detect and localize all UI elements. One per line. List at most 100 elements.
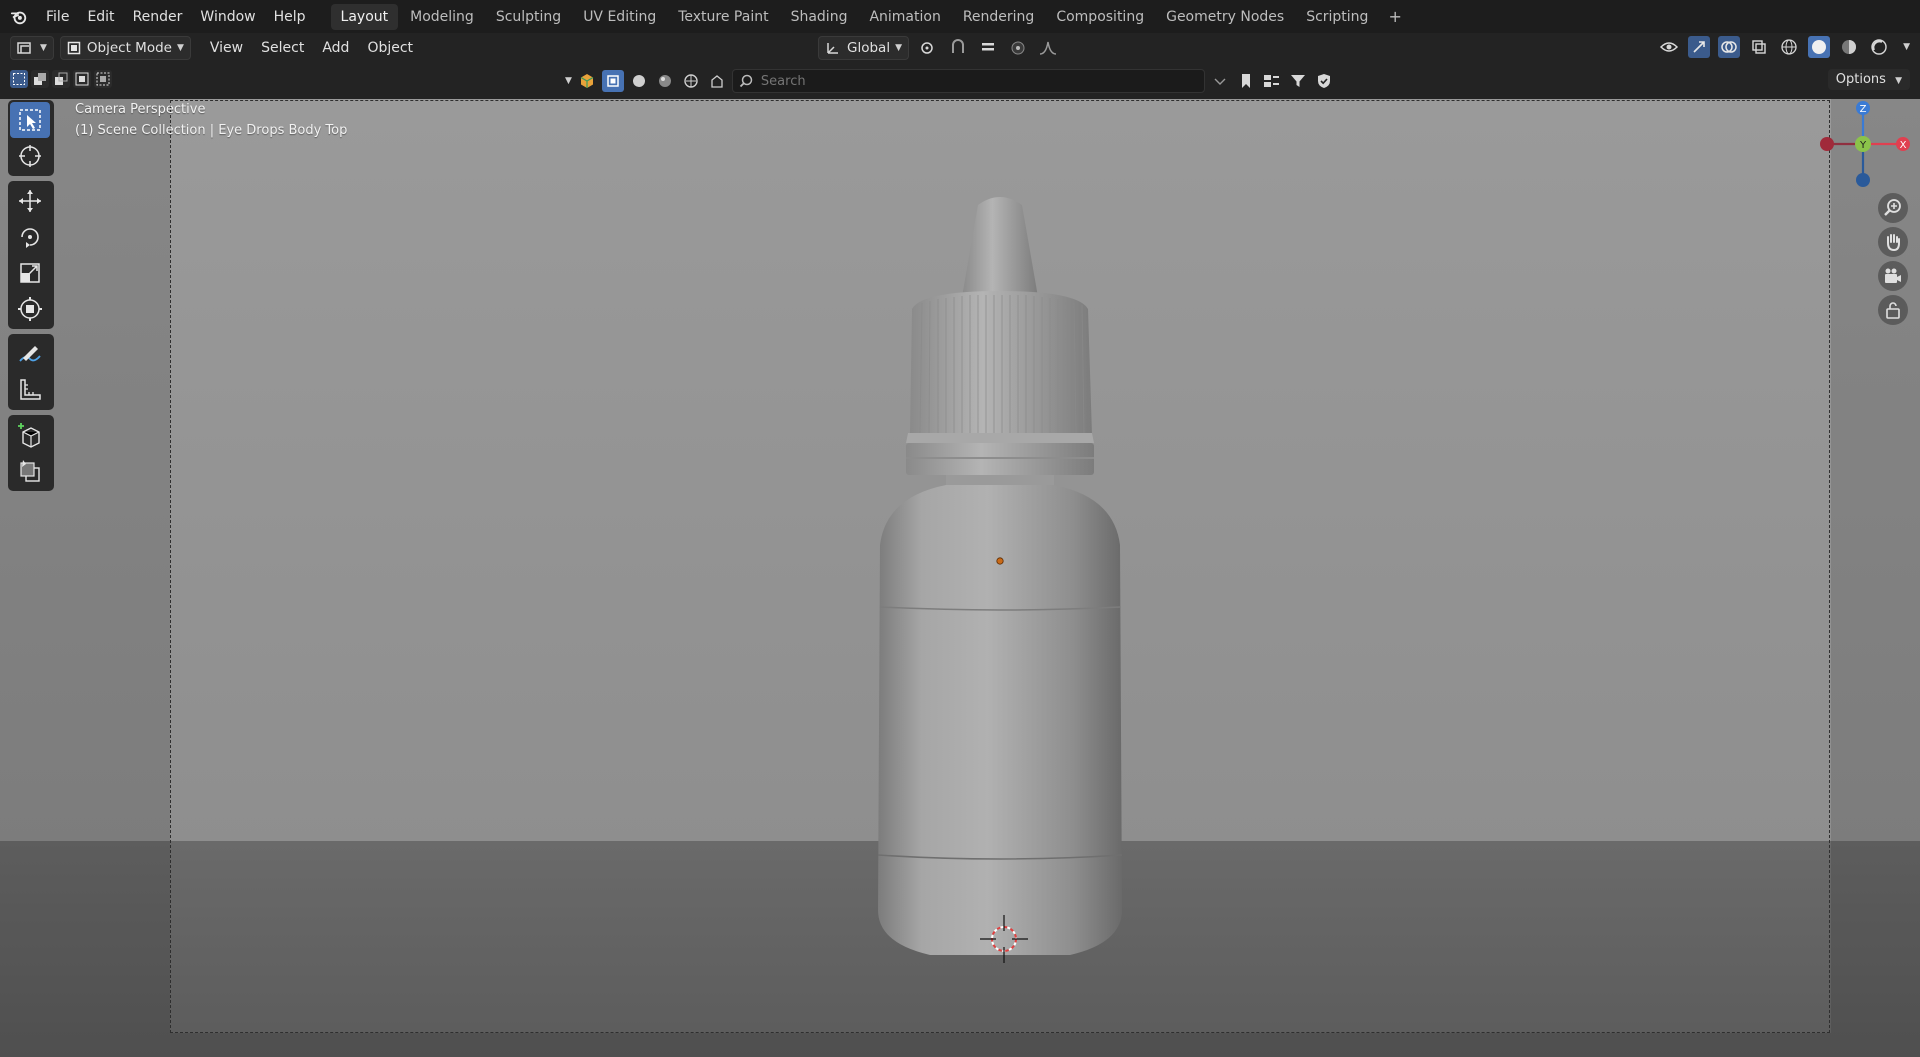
menu-edit[interactable]: Edit: [78, 5, 123, 29]
gizmo-neg-x-axis[interactable]: [1820, 137, 1834, 151]
camera-passepartout-bottom: [170, 1033, 1831, 1057]
visibility-eye-icon[interactable]: [1658, 36, 1680, 58]
xray-toggle-icon[interactable]: [1748, 36, 1770, 58]
select-intersect-icon[interactable]: [94, 70, 112, 88]
tab-modeling[interactable]: Modeling: [400, 4, 484, 30]
proportional-edit-icon[interactable]: [1007, 37, 1029, 59]
tab-sculpting[interactable]: Sculpting: [486, 4, 571, 30]
workspace-tabs: Layout Modeling Sculpting UV Editing Tex…: [330, 3, 1410, 30]
object-origin-dot: [996, 557, 1004, 565]
restrict-select-icon[interactable]: [601, 70, 624, 92]
measure-tool[interactable]: [10, 372, 50, 408]
menu-object[interactable]: Object: [358, 37, 422, 59]
display-mode-icon[interactable]: [1261, 70, 1283, 92]
measure-icon: [20, 379, 41, 400]
rotate-tool[interactable]: [10, 219, 50, 255]
search-box: [731, 69, 1205, 93]
bookmark-icon[interactable]: [1235, 70, 1257, 92]
tab-animation[interactable]: Animation: [859, 4, 950, 30]
extrude-tool[interactable]: [10, 453, 50, 489]
falloff-curve-icon[interactable]: [1037, 37, 1059, 59]
material-sphere-icon[interactable]: [654, 70, 676, 92]
chevron-down-icon: ▼: [40, 43, 47, 53]
transform-icon: [18, 297, 42, 321]
select-invert-icon[interactable]: [73, 70, 91, 88]
orientation-axes-icon: [827, 43, 838, 54]
overlays-icon[interactable]: [1718, 36, 1741, 58]
lock-camera-button[interactable]: [1878, 295, 1908, 325]
chevron-down-icon: ▼: [176, 43, 184, 53]
select-subtract-icon[interactable]: [52, 70, 70, 88]
filter-chevron-icon[interactable]: ▼: [565, 76, 572, 86]
select-extend-icon[interactable]: [31, 70, 49, 88]
wireframe-shading-icon[interactable]: [1778, 36, 1800, 58]
scale-tool[interactable]: [10, 255, 50, 291]
pivot-point-icon[interactable]: [917, 37, 939, 59]
annotate-tool[interactable]: [10, 336, 50, 372]
navigation-buttons: [1878, 193, 1912, 329]
tab-shading[interactable]: Shading: [781, 4, 858, 30]
filter-search-area: ▼: [560, 69, 1335, 93]
menu-select[interactable]: Select: [252, 37, 313, 59]
menu-add[interactable]: Add: [313, 37, 358, 59]
scale-icon: [20, 263, 40, 283]
view-name-text: Camera Perspective: [75, 102, 206, 117]
gizmo-toggle-icon[interactable]: [1688, 36, 1711, 58]
gizmo-neg-z-axis[interactable]: [1856, 173, 1870, 187]
3d-cursor-icon[interactable]: [980, 915, 1028, 963]
navigation-gizmo[interactable]: Z X Y: [1810, 98, 1920, 198]
menu-view[interactable]: View: [201, 37, 252, 59]
search-input[interactable]: [758, 72, 1183, 90]
select-new-icon[interactable]: [10, 70, 28, 88]
shading-options-chevron-icon[interactable]: ▼: [1903, 42, 1910, 52]
light-icon[interactable]: [706, 70, 728, 92]
viewport-display-controls: ▼: [1658, 36, 1910, 58]
solid-shading-icon[interactable]: [1808, 36, 1831, 58]
camera-view-button[interactable]: [1878, 261, 1908, 291]
transform-tool[interactable]: [10, 291, 50, 327]
menu-help[interactable]: Help: [265, 5, 315, 29]
filter-funnel-icon[interactable]: [1287, 70, 1309, 92]
material-preview-icon[interactable]: [1838, 36, 1860, 58]
shield-icon[interactable]: [1313, 70, 1335, 92]
mode-label: Object Mode: [86, 40, 172, 56]
blender-logo-icon[interactable]: [10, 8, 28, 26]
tab-compositing[interactable]: Compositing: [1046, 4, 1154, 30]
texture-sphere-icon[interactable]: [680, 70, 702, 92]
menu-file[interactable]: File: [37, 5, 78, 29]
rendered-shading-icon[interactable]: [1868, 36, 1890, 58]
tab-uv-editing[interactable]: UV Editing: [573, 4, 666, 30]
tool-group-add: [8, 415, 54, 491]
orientation-selector[interactable]: Global ▼: [818, 36, 909, 60]
select-box-tool[interactable]: [10, 102, 50, 138]
tab-rendering[interactable]: Rendering: [953, 4, 1045, 30]
snap-target-icon[interactable]: [977, 37, 999, 59]
tab-layout[interactable]: Layout: [330, 3, 399, 30]
eye-drops-bottle-model[interactable]: [870, 185, 1130, 965]
pan-button[interactable]: [1878, 227, 1908, 257]
add-cube-tool[interactable]: [10, 417, 50, 453]
options-button[interactable]: Options ▼: [1827, 69, 1910, 90]
snap-icon[interactable]: [947, 37, 969, 59]
tab-scripting[interactable]: Scripting: [1296, 4, 1378, 30]
top-menu-bar: File Edit Render Window Help Layout Mode…: [0, 0, 1920, 33]
tab-geometry-nodes[interactable]: Geometry Nodes: [1156, 4, 1294, 30]
collapse-filter-icon[interactable]: [1209, 70, 1231, 92]
tool-group-transform: [8, 181, 54, 329]
select-box-icon: [19, 109, 41, 131]
add-workspace-button[interactable]: +: [1380, 4, 1409, 29]
solid-sphere-icon[interactable]: [628, 70, 650, 92]
move-tool[interactable]: [10, 183, 50, 219]
tab-texture-paint[interactable]: Texture Paint: [668, 4, 778, 30]
orientation-label: Global: [847, 40, 891, 56]
chevron-down-icon: ▼: [895, 43, 902, 53]
cursor-tool[interactable]: [10, 138, 50, 174]
editor-type-button[interactable]: ▼: [10, 36, 54, 60]
menu-render[interactable]: Render: [124, 5, 192, 29]
mode-selector[interactable]: Object Mode ▼: [59, 36, 191, 60]
annotate-icon: [19, 346, 41, 362]
object-type-filter-icon[interactable]: [576, 70, 598, 92]
menu-window[interactable]: Window: [191, 5, 264, 29]
editor-type-icon: [17, 42, 31, 54]
zoom-button[interactable]: [1878, 193, 1908, 223]
